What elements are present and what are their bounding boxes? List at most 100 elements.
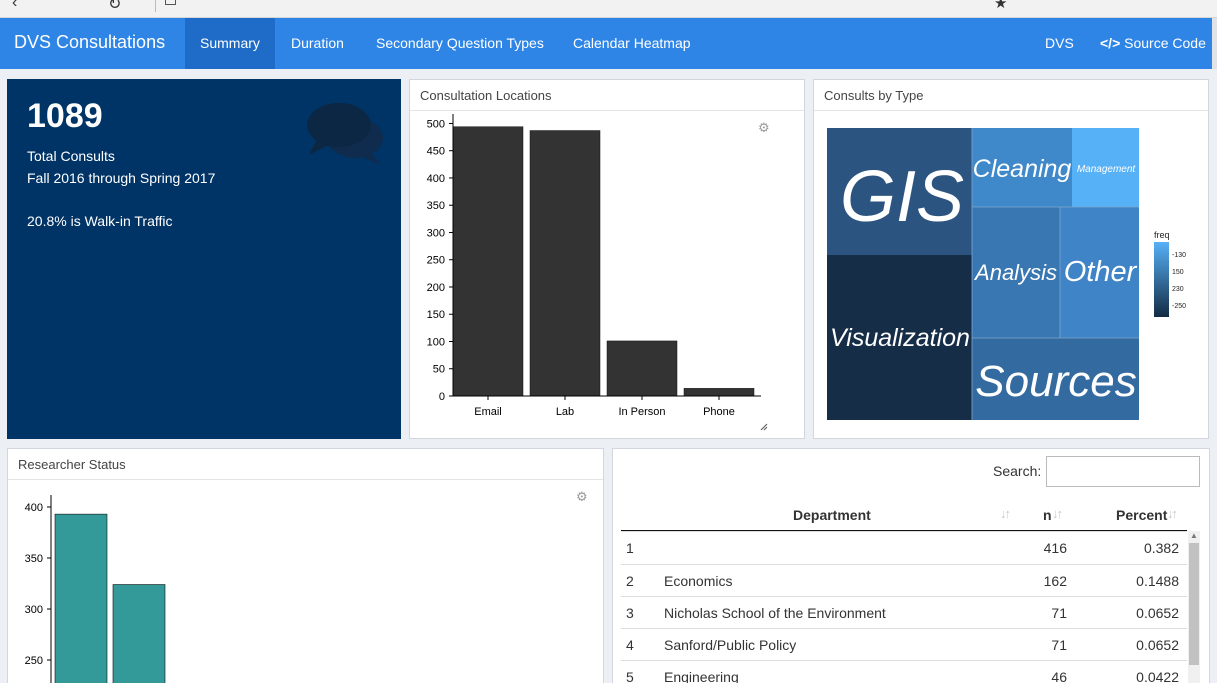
status-bar-2[interactable] <box>112 584 166 683</box>
treemap-label-analysis: Analysis <box>973 260 1057 285</box>
treemap-label-visualization: Visualization <box>830 324 970 352</box>
address-bar[interactable] <box>155 0 935 12</box>
row-n: 71 <box>1051 637 1067 653</box>
search-label: Search: <box>993 463 1042 479</box>
y-tick-label: 450 <box>427 146 445 158</box>
legend-tick: 150 <box>1172 269 1184 276</box>
favorite-star-icon[interactable]: ★ <box>994 0 1007 12</box>
total-consults-box: 1089 Total Consults Fall 2016 through Sp… <box>7 79 401 439</box>
treemap-label-cleaning: Cleaning <box>973 155 1072 183</box>
code-icon: </> <box>1100 35 1121 51</box>
sort-icon[interactable]: ↓↑ <box>1167 506 1178 521</box>
treemap-label-other: Other <box>1064 256 1138 288</box>
row-department: Engineering <box>664 669 739 683</box>
column-header-n[interactable]: n <box>1043 507 1052 523</box>
resize-handle-icon[interactable] <box>760 423 768 431</box>
y-tick-label: 300 <box>25 604 43 616</box>
consultation-locations-title: Consultation Locations <box>410 80 804 111</box>
period-label: Fall 2016 through Spring 2017 <box>27 170 216 186</box>
y-tick-label: 400 <box>25 502 43 514</box>
tab-secondary-question-types[interactable]: Secondary Question Types <box>361 18 559 69</box>
legend-tick: -250 <box>1172 303 1186 310</box>
y-tick-label: 300 <box>427 227 445 239</box>
app-title: DVS Consultations <box>14 32 166 52</box>
y-tick-label: 0 <box>439 391 445 403</box>
refresh-icon[interactable]: ↻ <box>108 0 121 14</box>
row-percent: 0.382 <box>1143 540 1179 556</box>
row-n: 46 <box>1051 669 1067 683</box>
row-index: 4 <box>626 637 634 653</box>
row-department: Sanford/Public Policy <box>664 637 797 653</box>
treemap-label-gis: GIS <box>840 157 964 237</box>
browser-toolbar: ‹ ↻ ★ <box>0 0 1217 18</box>
scrollbar-thumb[interactable] <box>1189 543 1199 665</box>
bar-lab[interactable] <box>529 130 601 397</box>
search-input[interactable] <box>1046 456 1200 487</box>
x-tick-label: Lab <box>556 406 574 418</box>
walk-in-note: 20.8% is Walk-in Traffic <box>27 213 173 229</box>
page-icon <box>165 0 176 5</box>
y-tick-label: 400 <box>427 173 445 185</box>
y-tick-label: 350 <box>25 553 43 565</box>
column-header-department[interactable]: Department <box>793 507 871 523</box>
table-scrollbar[interactable]: ▲ <box>1188 531 1200 683</box>
tab-calendar-heatmap[interactable]: Calendar Heatmap <box>558 18 706 69</box>
table-row[interactable]: 4 Sanford/Public Policy 71 0.0652 <box>621 628 1187 660</box>
column-header-percent[interactable]: Percent <box>1116 507 1167 523</box>
row-n: 162 <box>1043 573 1067 589</box>
y-tick-label: 250 <box>25 655 43 667</box>
table-row[interactable]: 5 Engineering 46 0.0422 <box>621 660 1187 683</box>
row-index: 5 <box>626 669 634 683</box>
source-code-label: Source Code <box>1124 35 1206 51</box>
type-treemap: GIS Visualization Cleaning Management An… <box>827 128 1186 420</box>
row-n: 416 <box>1043 540 1067 556</box>
row-index: 3 <box>626 605 634 621</box>
table-row[interactable]: 1 416 0.382 <box>621 531 1187 563</box>
researcher-status-bar-chart: 250 300 350 400 <box>25 495 166 683</box>
row-index: 2 <box>626 573 634 589</box>
source-code-link[interactable]: </> Source Code <box>1100 18 1206 69</box>
dvs-link[interactable]: DVS <box>1045 18 1074 69</box>
table-row[interactable]: 2 Economics 162 0.1488 <box>621 564 1187 596</box>
researcher-status-card: Researcher Status ⚙ 250 300 350 400 <box>7 448 604 683</box>
row-department: Nicholas School of the Environment <box>664 605 886 621</box>
y-tick-label: 50 <box>433 364 445 376</box>
table-row[interactable]: 3 Nicholas School of the Environment 71 … <box>621 596 1187 628</box>
locations-bar-chart: 0 50 100 150 200 250 300 350 400 450 500 Email Lab In… <box>427 114 768 431</box>
row-percent: 0.0652 <box>1136 637 1179 653</box>
x-tick-label: Email <box>474 406 502 418</box>
back-icon[interactable]: ‹ <box>12 0 17 12</box>
legend-tick: -130 <box>1172 252 1186 259</box>
tab-duration[interactable]: Duration <box>276 18 359 69</box>
y-tick-label: 500 <box>427 118 445 130</box>
legend-colorbar <box>1154 242 1169 317</box>
x-tick-label: Phone <box>703 406 735 418</box>
total-consults-label: Total Consults <box>27 148 115 164</box>
comments-icon <box>307 103 383 165</box>
bar-phone[interactable] <box>683 388 755 397</box>
scroll-up-icon[interactable]: ▲ <box>1190 531 1198 540</box>
row-index: 1 <box>626 540 634 556</box>
sort-icon[interactable]: ↓↑ <box>1052 506 1063 521</box>
total-consults-value: 1089 <box>27 97 103 135</box>
legend-tick: 230 <box>1172 286 1184 293</box>
researcher-status-title: Researcher Status <box>8 449 603 480</box>
row-percent: 0.0652 <box>1136 605 1179 621</box>
treemap-label-management: Management <box>1077 164 1137 175</box>
page-scrollbar[interactable] <box>1212 18 1217 69</box>
y-tick-label: 350 <box>427 200 445 212</box>
bar-email[interactable] <box>452 126 524 397</box>
bar-in-person[interactable] <box>606 340 678 397</box>
legend-title: freq <box>1154 230 1170 240</box>
sort-icon[interactable]: ↓↑ <box>1000 506 1011 521</box>
top-navbar: DVS Consultations Summary Duration Secon… <box>0 18 1217 69</box>
row-percent: 0.0422 <box>1136 669 1179 683</box>
y-tick-label: 150 <box>427 309 445 321</box>
treemap-label-sources: Sources <box>975 357 1136 406</box>
tab-summary[interactable]: Summary <box>185 18 275 69</box>
department-table-panel: Search: Department ↓↑ n ↓↑ Percent ↓↑ 1 … <box>612 448 1210 683</box>
y-tick-label: 200 <box>427 282 445 294</box>
row-n: 71 <box>1051 605 1067 621</box>
status-bar-1[interactable] <box>54 513 108 683</box>
consultation-locations-card: Consultation Locations ⚙ 0 50 100 150 200 250… <box>409 79 805 439</box>
